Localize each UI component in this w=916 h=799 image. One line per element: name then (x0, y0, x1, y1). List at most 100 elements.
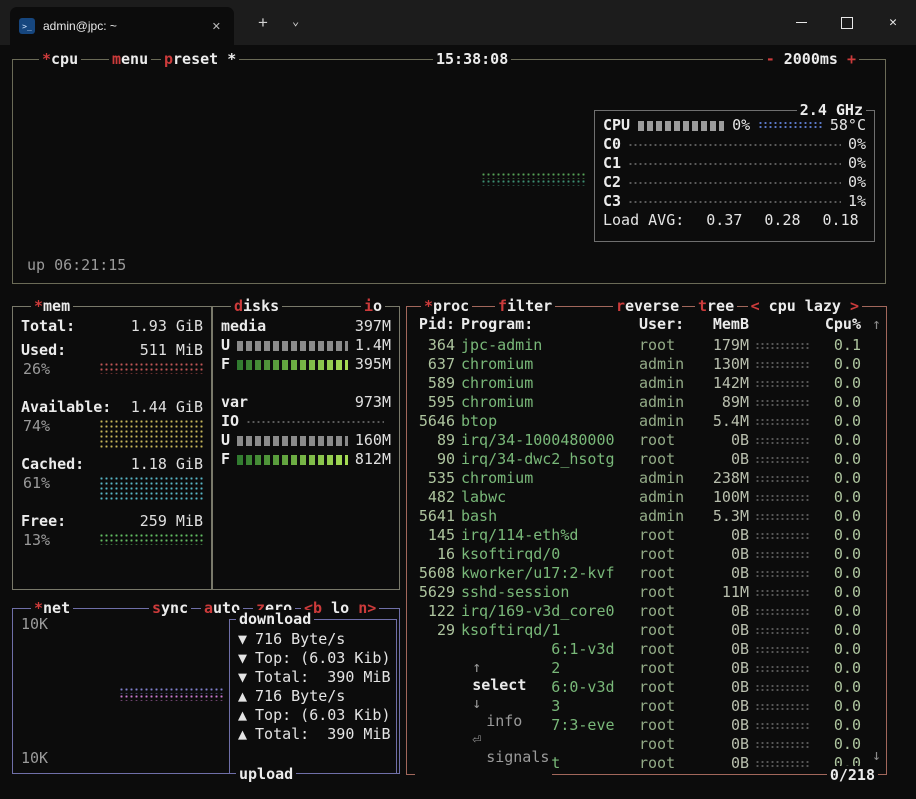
proc-box-title[interactable]: *proc (421, 297, 472, 315)
process-row[interactable]: 5629sshd-sessionroot11M0.0 (407, 583, 870, 602)
terminal-tab[interactable]: >_ admin@jpc: ~ ✕ (10, 7, 234, 45)
net-arrow-icon: ▲ (238, 687, 247, 706)
process-cpu-graph (755, 551, 811, 558)
load-avg-5m: 0.28 (764, 211, 800, 230)
tab-close-icon[interactable]: ✕ (208, 18, 225, 35)
load-avg-label: Load AVG: (603, 211, 684, 230)
process-row[interactable]: 89irq/34-1000480000root0B0.0 (407, 431, 870, 450)
process-user: root (639, 735, 695, 754)
sort-selector[interactable]: < cpu lazy > (748, 297, 862, 315)
process-cpu-graph (755, 684, 811, 691)
process-row[interactable]: 535chromiumadmin238M0.0 (407, 469, 870, 488)
info-button[interactable]: info (486, 712, 522, 730)
process-cpu: 0.0 (817, 678, 861, 697)
menu-button[interactable]: menu (109, 50, 151, 68)
net-stat-row: ▼Top: (6.03 Kib) (230, 649, 396, 668)
process-row[interactable]: 122irq/169-v3d_core0root0B0.0 (407, 602, 870, 621)
process-mem: 5.3M (701, 507, 749, 526)
process-row[interactable]: 29ksoftirqd/1root0B0.0 (407, 621, 870, 640)
process-mem: 0B (701, 431, 749, 450)
disks-box-title[interactable]: disks (231, 297, 282, 315)
maximize-button[interactable] (824, 0, 870, 45)
process-mem: 0B (701, 735, 749, 754)
process-count: 0/218 (827, 766, 878, 784)
process-cpu: 0.0 (817, 355, 861, 374)
process-pid: 5608 (415, 564, 455, 583)
signals-button[interactable]: signals (486, 748, 549, 766)
process-cpu-graph (755, 589, 811, 596)
tab-dropdown-icon[interactable]: ⌄ (292, 14, 299, 28)
minimize-button[interactable] (778, 0, 824, 45)
preset-button[interactable]: preset * (161, 50, 239, 68)
process-row[interactable]: 16ksoftirqd/0root0B0.0 (407, 545, 870, 564)
process-cpu-graph (755, 722, 811, 729)
process-row[interactable]: 90irq/34-dwc2_hsotgroot0B0.0 (407, 450, 870, 469)
process-row[interactable]: 595chromiumadmin89M0.0 (407, 393, 870, 412)
process-cpu-graph (755, 437, 811, 444)
scroll-up-icon[interactable]: ↑ (872, 315, 881, 333)
process-row[interactable]: 589chromiumadmin142M0.0 (407, 374, 870, 393)
header-user[interactable]: User: (639, 315, 695, 334)
select-down-icon[interactable]: ↓ (472, 694, 481, 712)
disks-panel: disks io media397MU1.4MF395Mvar973MIOU16… (212, 306, 400, 590)
header-mem[interactable]: MemB (701, 315, 749, 334)
net-stat-value: Total: 390 MiB (255, 725, 390, 744)
net-arrow-icon: ▲ (238, 706, 247, 725)
process-name: sshd-session (461, 583, 633, 602)
process-name: ksoftirqd/1 (461, 621, 633, 640)
process-user: root (639, 450, 695, 469)
maximize-icon (841, 17, 853, 29)
close-button[interactable]: ✕ (870, 0, 916, 45)
process-cpu: 0.0 (817, 697, 861, 716)
mem-entry-pct: 61% (23, 474, 50, 492)
process-cpu-graph (755, 494, 811, 501)
disk-row: var973M (221, 393, 391, 412)
process-cpu-graph (755, 456, 811, 463)
process-pid: 89 (415, 431, 455, 450)
process-mem: 0B (701, 564, 749, 583)
net-arrow-icon: ▼ (238, 630, 247, 649)
process-row[interactable]: 364jpc-adminroot179M0.1 (407, 336, 870, 355)
process-row[interactable]: 5641bashadmin5.3M0.0 (407, 507, 870, 526)
process-row[interactable]: 5646btopadmin5.4M0.0 (407, 412, 870, 431)
mem-entry-pct: 26% (23, 360, 50, 378)
process-name: chromium (461, 469, 633, 488)
process-cpu: 0.0 (817, 412, 861, 431)
disk-meter-value: 812M (355, 450, 391, 469)
select-label[interactable]: select (472, 676, 526, 694)
net-arrow-icon: ▲ (238, 725, 247, 744)
process-row[interactable]: 5608kworker/u17:2-kvfroot0B0.0 (407, 564, 870, 583)
mem-entry: Used:511 MiB26% (21, 341, 203, 398)
filter-button[interactable]: filter (495, 297, 555, 315)
disk-meter-label: F (221, 450, 230, 469)
scroll-down-icon[interactable]: ↓ (872, 746, 881, 764)
process-row[interactable]: 145irq/114-eth%droot0B0.0 (407, 526, 870, 545)
select-up-icon[interactable]: ↑ (472, 658, 481, 676)
header-pid[interactable]: Pid: (415, 315, 455, 334)
process-cpu: 0.0 (817, 393, 861, 412)
process-mem: 0B (701, 659, 749, 678)
process-cpu: 0.0 (817, 735, 861, 754)
process-mem: 0B (701, 450, 749, 469)
new-tab-button[interactable]: + (258, 13, 268, 33)
header-cpu[interactable]: Cpu% (817, 315, 861, 334)
mem-entry-graph (99, 362, 203, 374)
disk-meter (237, 341, 348, 351)
process-row[interactable]: 482labwcadmin100M0.0 (407, 488, 870, 507)
load-avg-row: Load AVG: 0.37 0.28 0.18 (595, 211, 874, 230)
net-sync-button[interactable]: sync (149, 599, 191, 617)
process-cpu: 0.0 (817, 507, 861, 526)
cpu-temp-graph (758, 121, 822, 130)
reverse-button[interactable]: reverse (613, 297, 682, 315)
disk-name: var (221, 393, 248, 412)
header-program[interactable]: Program: (461, 315, 633, 334)
cpu-box-title[interactable]: *cpu (39, 50, 81, 68)
process-user: root (639, 716, 695, 735)
io-mode-button[interactable]: io (361, 297, 385, 315)
net-arrow-icon: ▼ (238, 668, 247, 687)
interval-control[interactable]: - 2000ms + (763, 50, 859, 68)
mem-box-title[interactable]: *mem (31, 297, 73, 315)
tree-button[interactable]: tree (695, 297, 737, 315)
disk-meter (237, 455, 348, 465)
process-row[interactable]: 637chromiumadmin130M0.0 (407, 355, 870, 374)
